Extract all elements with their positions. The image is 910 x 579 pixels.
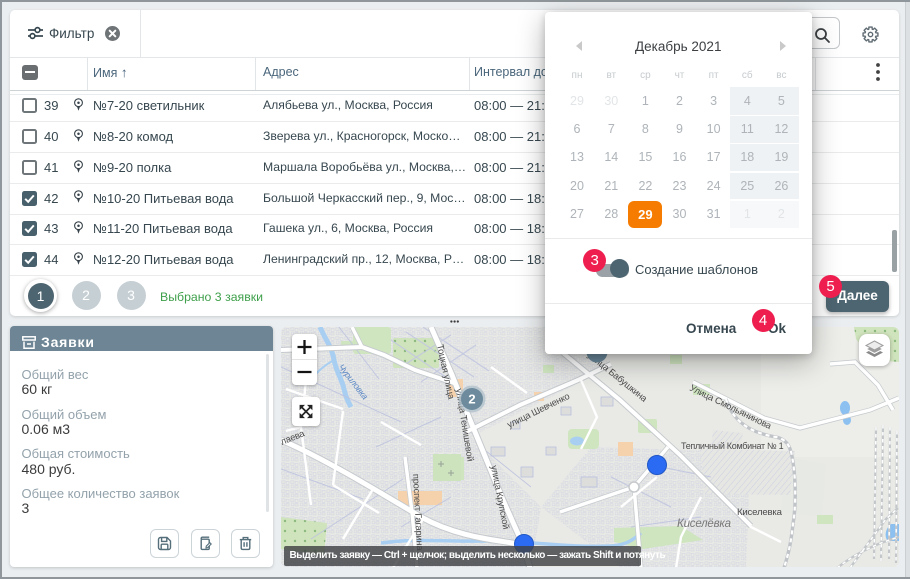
svg-text:Тепличный Комбинат № 1: Тепличный Комбинат № 1	[681, 441, 784, 451]
svg-text:Киселёвка: Киселёвка	[677, 518, 731, 530]
svg-text:2: 2	[468, 391, 475, 406]
svg-text:Киселевка: Киселевка	[737, 507, 783, 518]
